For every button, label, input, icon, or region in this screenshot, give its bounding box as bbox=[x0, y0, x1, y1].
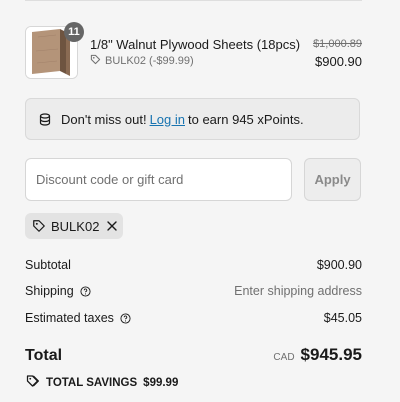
apply-button[interactable]: Apply bbox=[304, 158, 361, 201]
shipping-value: Enter shipping address bbox=[234, 284, 362, 298]
product-discount-code: BULK02 (-$99.99) bbox=[105, 55, 194, 67]
total-savings-label: TOTAL SAVINGS bbox=[46, 376, 138, 389]
total-savings: TOTAL SAVINGS $99.99 bbox=[25, 374, 178, 391]
points-banner-suffix: to earn 945 xPoints. bbox=[188, 111, 304, 127]
total-label: Total bbox=[25, 347, 63, 364]
points-banner-prefix: Don't miss out! bbox=[61, 111, 147, 127]
subtotal-value: $900.90 bbox=[316, 258, 362, 272]
database-icon bbox=[39, 112, 51, 126]
top-divider bbox=[25, 0, 362, 1]
taxes-value: $45.05 bbox=[323, 311, 362, 325]
line-price: $900.90 bbox=[315, 54, 362, 69]
discount-code-input[interactable] bbox=[25, 158, 292, 201]
total-row: Total CAD $945.95 bbox=[25, 345, 362, 365]
applied-discount-code: BULK02 bbox=[51, 218, 100, 234]
help-icon[interactable] bbox=[120, 312, 131, 324]
currency-code: CAD bbox=[273, 352, 295, 363]
shipping-label: Shipping bbox=[25, 284, 74, 298]
quantity-badge: 11 bbox=[64, 22, 84, 42]
help-icon[interactable] bbox=[80, 285, 91, 297]
total-amount: $945.95 bbox=[300, 345, 362, 364]
applied-discount-chip: BULK02 bbox=[25, 213, 123, 239]
product-name: 1/8" Walnut Plywood Sheets (18pcs) bbox=[90, 37, 301, 52]
tag-icon bbox=[90, 54, 101, 68]
taxes-label-group: Estimated taxes bbox=[25, 311, 131, 325]
product-discount: BULK02 (-$99.99) bbox=[90, 54, 194, 68]
points-banner: Don't miss out! Log in to earn 945 xPoin… bbox=[25, 98, 360, 140]
taxes-row: Estimated taxes $45.05 bbox=[25, 311, 362, 325]
subtotal-row: Subtotal $900.90 bbox=[25, 258, 362, 272]
cart-line-item: 11 1/8" Walnut Plywood Sheets (18pcs) BU… bbox=[25, 21, 362, 81]
remove-discount-close-icon[interactable] bbox=[107, 221, 118, 231]
tag-icon bbox=[25, 374, 40, 391]
shipping-label-group: Shipping bbox=[25, 284, 91, 298]
original-price: $1,000.89 bbox=[313, 38, 362, 50]
taxes-label: Estimated taxes bbox=[25, 311, 114, 325]
total-savings-value: $99.99 bbox=[143, 376, 179, 389]
login-link[interactable]: Log in bbox=[150, 112, 185, 127]
shipping-row: Shipping Enter shipping address bbox=[25, 284, 362, 298]
tag-icon bbox=[32, 219, 46, 233]
subtotal-label: Subtotal bbox=[25, 258, 71, 272]
product-thumbnail: 11 bbox=[25, 22, 84, 79]
total-amount-group: CAD $945.95 bbox=[273, 345, 362, 365]
